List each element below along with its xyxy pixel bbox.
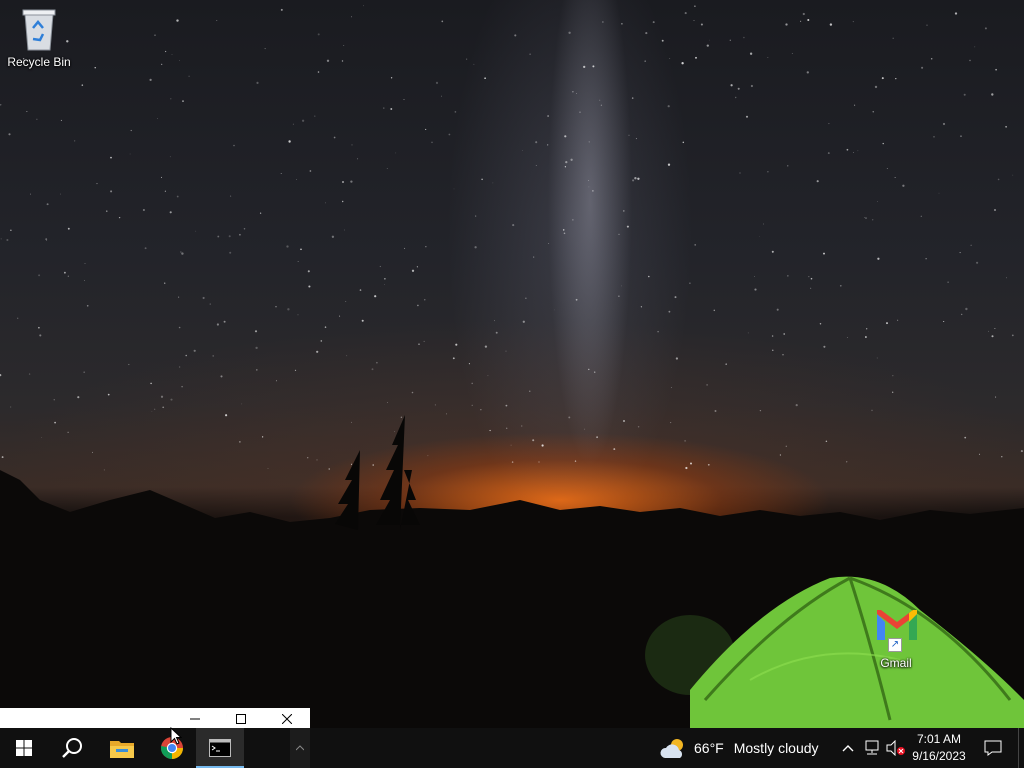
weather-condition: Mostly cloudy <box>733 740 819 756</box>
taskbar-overflow[interactable] <box>290 728 310 768</box>
search-button[interactable] <box>48 728 96 768</box>
action-center-icon <box>984 740 1002 756</box>
mountain-silhouette <box>0 415 1024 738</box>
recycle-bin-label: Recycle Bin <box>7 55 71 69</box>
clock-date: 9/16/2023 <box>912 749 966 763</box>
partly-cloudy-icon <box>660 739 683 758</box>
close-icon <box>282 714 292 724</box>
clock[interactable]: 7:01 AM 9/16/2023 <box>906 731 972 765</box>
weather-widget[interactable]: 66°F Mostly cloudy <box>660 728 819 768</box>
command-prompt-button[interactable] <box>196 728 244 768</box>
volume-button[interactable] <box>884 728 908 768</box>
taskbar: 66°F Mostly cloudy 7:01 AM 9/16/2023 <box>0 728 1024 768</box>
desktop-icon-recycle-bin[interactable]: Recycle Bin <box>0 6 78 69</box>
chevron-up-icon <box>296 745 304 751</box>
command-prompt-icon <box>209 739 231 757</box>
show-hidden-icons-button[interactable] <box>836 728 860 768</box>
close-button[interactable] <box>264 708 310 730</box>
shortcut-arrow-icon: ↗ <box>888 638 902 652</box>
network-icon <box>865 740 879 755</box>
clock-time: 7:01 AM <box>916 732 962 746</box>
maximize-button[interactable] <box>218 708 264 730</box>
desktop-icon-gmail[interactable]: ↗ Gmail <box>857 606 935 670</box>
file-explorer-icon <box>110 741 134 758</box>
file-explorer-button[interactable] <box>98 728 146 768</box>
start-button[interactable] <box>0 728 48 768</box>
gmail-icon <box>877 610 917 640</box>
search-icon <box>62 738 82 758</box>
action-center-button[interactable] <box>978 728 1008 768</box>
show-desktop-button[interactable] <box>1018 728 1024 768</box>
weather-temperature: 66°F <box>694 740 724 756</box>
gmail-label: Gmail <box>880 656 912 670</box>
system-tray <box>836 728 908 768</box>
network-button[interactable] <box>860 728 884 768</box>
chevron-up-icon <box>842 745 854 752</box>
recycle-bin-icon <box>22 9 56 51</box>
mouse-cursor-icon <box>170 727 182 745</box>
minimize-icon <box>190 718 200 720</box>
volume-muted-icon <box>886 740 905 756</box>
windows-logo-icon <box>16 740 32 756</box>
maximize-icon <box>236 714 246 724</box>
